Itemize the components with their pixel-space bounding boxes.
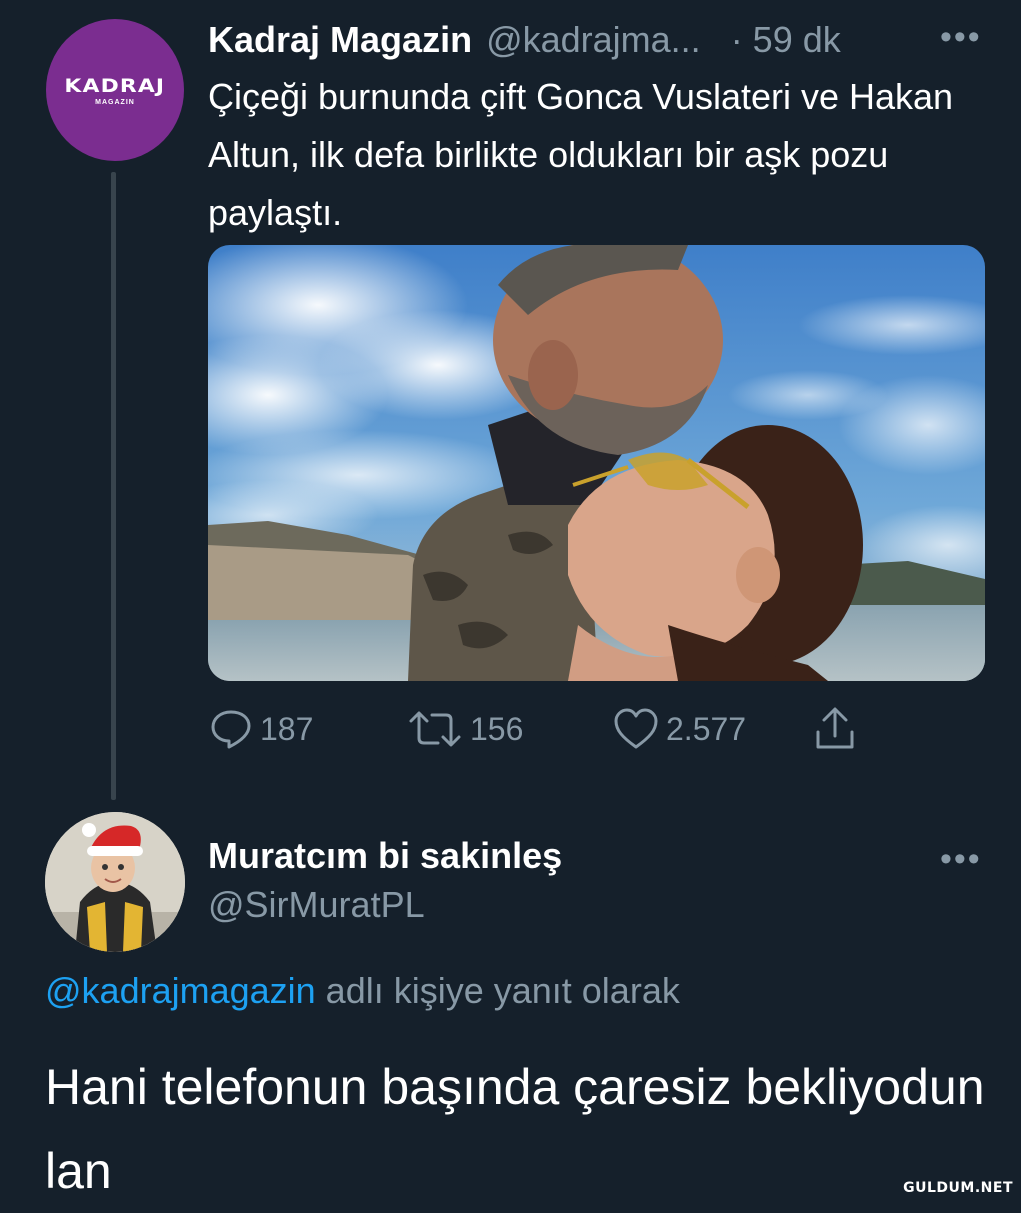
heart-icon bbox=[614, 708, 658, 749]
more-options-icon[interactable]: ••• bbox=[940, 18, 1021, 57]
timestamp[interactable]: · 59 dk bbox=[731, 19, 841, 61]
like-count: 2.577 bbox=[666, 710, 747, 747]
retweet-action[interactable]: 156 bbox=[406, 704, 523, 754]
thread-line bbox=[111, 172, 116, 800]
santa-hat-child-avatar-image bbox=[45, 812, 185, 952]
retweet-icon bbox=[409, 711, 461, 747]
reply-icon bbox=[211, 710, 251, 749]
user-handle[interactable]: @SirMuratPL bbox=[208, 884, 425, 926]
tweet-photo[interactable] bbox=[208, 245, 985, 681]
display-name[interactable]: Kadraj Magazin bbox=[208, 19, 472, 61]
kadraj-avatar[interactable]: KADRAJ MAGAZIN bbox=[46, 19, 184, 161]
more-options-icon[interactable]: ••• bbox=[940, 840, 982, 879]
tweet-text: Çiçeği burnunda çift Gonca Vuslateri ve … bbox=[208, 76, 954, 233]
watermark: GULDUM.NET bbox=[903, 1180, 1013, 1196]
reply-context: @kadrajmagazin adlı kişiye yanıt olarak bbox=[45, 970, 680, 1012]
reply-mention-link[interactable]: @kadrajmagazin bbox=[45, 970, 316, 1011]
reply-count: 187 bbox=[260, 710, 314, 747]
couple-photo-image bbox=[208, 245, 985, 681]
kadraj-logo-text: KADRAJ bbox=[64, 74, 166, 97]
reply-context-text: adlı kişiye yanıt olarak bbox=[315, 970, 680, 1011]
tweet-text: Hani telefonun başında çaresiz bekliyodu… bbox=[45, 1059, 985, 1199]
tweet-actions: 187 156 2.577 bbox=[208, 704, 888, 754]
user-handle[interactable]: @kadrajma... bbox=[486, 19, 701, 61]
share-icon bbox=[816, 707, 854, 749]
share-action[interactable] bbox=[811, 704, 865, 754]
reply-action[interactable]: 187 bbox=[208, 704, 313, 754]
kadraj-logo-subtext: MAGAZIN bbox=[95, 98, 135, 106]
tweet-header: Kadraj Magazin @kadrajma... · 59 dk bbox=[208, 14, 988, 66]
display-name[interactable]: Muratcım bi sakinleş bbox=[208, 835, 562, 877]
user-avatar[interactable] bbox=[45, 812, 185, 952]
retweet-count: 156 bbox=[470, 710, 524, 747]
like-action[interactable]: 2.577 bbox=[612, 704, 746, 754]
